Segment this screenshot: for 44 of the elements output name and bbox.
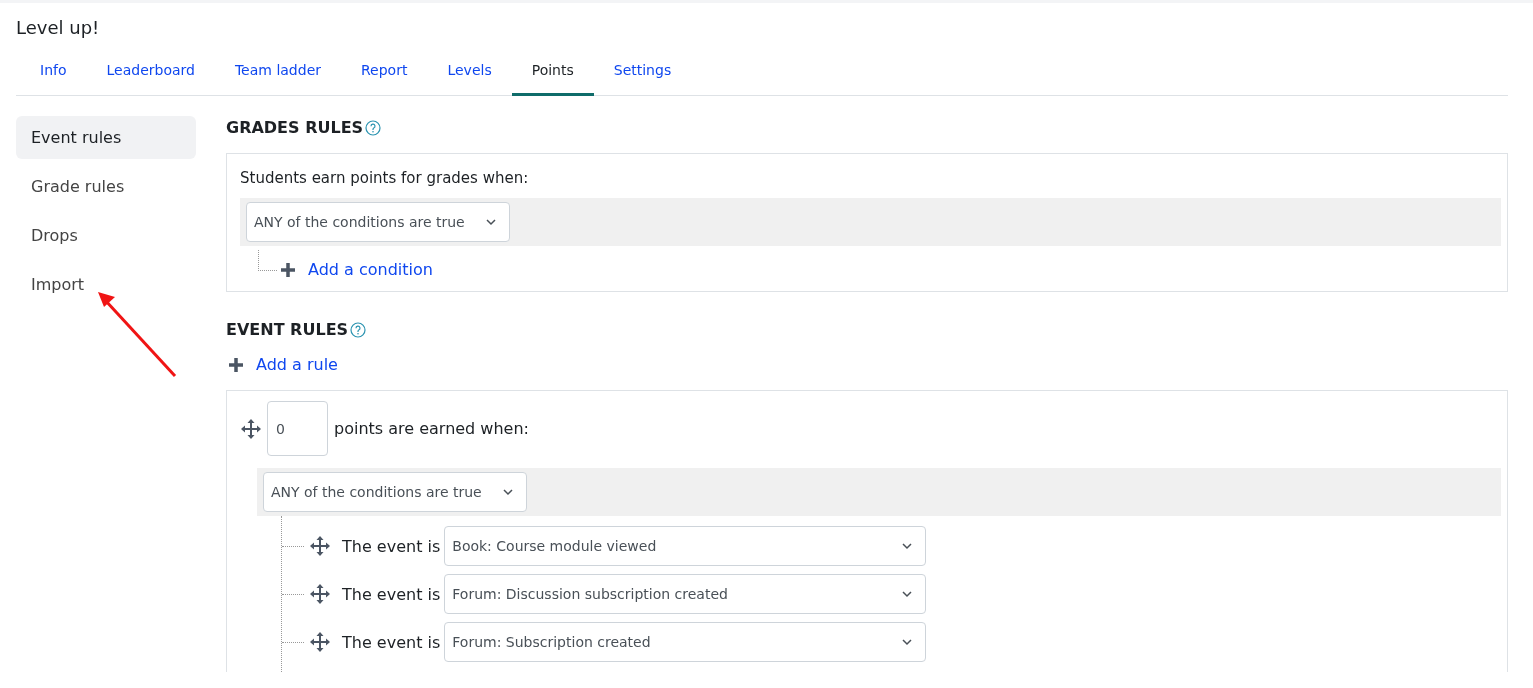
tab[interactable]: Settings [593, 52, 692, 96]
add-condition-link[interactable]: Add a condition [308, 260, 433, 279]
tree-line [282, 642, 304, 643]
tree-line [258, 250, 277, 271]
event-dropdown[interactable]: Forum: Subscription created [444, 622, 927, 662]
move-icon[interactable] [241, 418, 261, 439]
sidebar-item[interactable]: Event rules [16, 116, 196, 159]
page-title: Level up! [16, 17, 100, 38]
condition-dropdown[interactable]: ANY of the conditions are true [263, 472, 527, 512]
move-icon[interactable] [310, 584, 330, 604]
condition-label: The event is [342, 536, 441, 556]
rule-intro: Students earn points for grades when: [240, 169, 529, 187]
plus-icon [228, 356, 244, 373]
help-icon[interactable] [365, 119, 382, 136]
move-icon[interactable] [310, 632, 330, 652]
sidebar-item[interactable]: Drops [16, 214, 196, 257]
points-input[interactable]: 0 [267, 401, 328, 456]
section-heading: GRADES RULES [226, 118, 364, 137]
tab[interactable]: Info [20, 52, 87, 96]
chevron-icon [901, 590, 914, 598]
tree-line [282, 546, 304, 547]
add-rule-link[interactable]: Add a rule [256, 355, 338, 374]
rule-label: points are earned when: [334, 419, 529, 438]
tab[interactable]: Points [511, 52, 594, 96]
help-icon[interactable] [350, 321, 367, 338]
chevron-icon [484, 218, 497, 226]
sidebar-item[interactable]: Import [16, 263, 196, 306]
tab[interactable]: Report [341, 52, 428, 96]
tab[interactable]: Team ladder [214, 52, 341, 96]
chevron-icon [501, 488, 514, 496]
tree-line [282, 594, 304, 595]
event-dropdown[interactable]: Forum: Discussion subscription created [444, 574, 927, 614]
plus-icon [280, 261, 296, 278]
sidebar-item[interactable]: Grade rules [16, 165, 196, 208]
section-heading: EVENT RULES [226, 320, 349, 339]
tab[interactable]: Leaderboard [86, 52, 215, 96]
event-dropdown[interactable]: Book: Course module viewed [444, 526, 927, 566]
chevron-icon [901, 542, 914, 550]
condition-label: The event is [342, 584, 441, 604]
tab[interactable]: Levels [427, 52, 512, 96]
condition-dropdown[interactable]: ANY of the conditions are true [246, 202, 510, 242]
chevron-icon [901, 638, 914, 646]
move-icon[interactable] [310, 536, 330, 556]
condition-label: The event is [342, 632, 441, 652]
